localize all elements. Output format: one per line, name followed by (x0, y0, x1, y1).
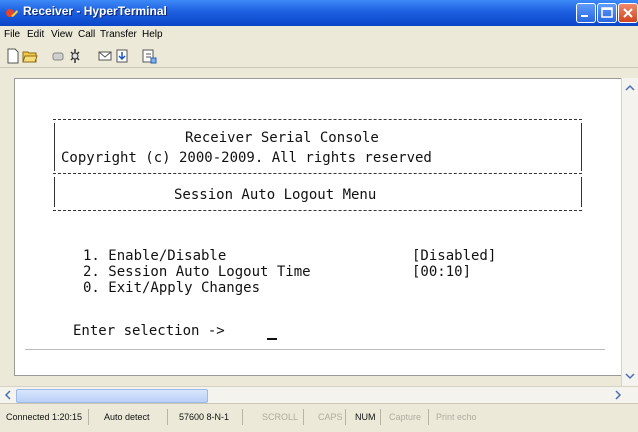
status-separator (167, 409, 168, 425)
status-bar: Connected 1:20:15 Auto detect 57600 8-N-… (0, 403, 638, 432)
hyperterminal-app-icon (6, 9, 18, 17)
menu-edit[interactable]: Edit (27, 29, 44, 40)
status-caps: CAPS (318, 412, 343, 422)
status-separator (345, 409, 346, 425)
menu-transfer[interactable]: Transfer (100, 29, 137, 40)
send-icon[interactable] (97, 48, 113, 64)
close-icon (623, 8, 633, 18)
status-separator (380, 409, 381, 425)
menu-box-right-border (581, 177, 582, 207)
disconnect-icon[interactable] (50, 48, 66, 64)
status-scroll: SCROLL (262, 412, 299, 422)
settings-icon[interactable] (141, 48, 157, 64)
option-exit-apply: 0. Exit/Apply Changes (83, 280, 261, 296)
status-separator (88, 409, 89, 425)
menu-bar: File Edit View Call Transfer Help (0, 27, 638, 44)
console-copyright: Copyright (c) 2000-2009. All rights rese… (61, 150, 432, 166)
window-title: Receiver - HyperTerminal (23, 4, 167, 18)
box-divider (53, 173, 582, 174)
menu-call[interactable]: Call (78, 29, 95, 40)
box-left-border (54, 123, 55, 171)
status-separator (242, 409, 243, 425)
box-bottom-border (53, 210, 582, 211)
option-auto-logout-time-value: [00:10] (412, 264, 472, 280)
option-enable-disable-value: [Disabled] (412, 248, 497, 264)
properties-icon[interactable] (67, 48, 83, 64)
status-separator (303, 409, 304, 425)
title-bar[interactable]: Receiver - HyperTerminal (0, 0, 638, 26)
minimize-icon (581, 15, 588, 17)
option-auto-logout-time: 2. Session Auto Logout Time (83, 264, 311, 280)
horizontal-scroll-thumb[interactable] (16, 389, 208, 403)
box-right-border (581, 123, 582, 171)
maximize-icon (601, 7, 613, 18)
new-icon[interactable] (5, 48, 21, 64)
menu-file[interactable]: File (4, 29, 20, 40)
status-num: NUM (355, 412, 376, 422)
console-menu-title: Session Auto Logout Menu (174, 187, 377, 203)
status-connected: Connected 1:20:15 (6, 412, 83, 422)
horizontal-scrollbar[interactable] (0, 386, 638, 404)
scroll-down-icon[interactable] (622, 370, 638, 382)
console-rule (25, 349, 605, 350)
console-header-title: Receiver Serial Console (185, 130, 379, 146)
hyperterminal-window: Receiver - HyperTerminal File Edit View … (0, 0, 638, 432)
status-detect: Auto detect (104, 412, 150, 422)
option-enable-disable: 1. Enable/Disable (83, 248, 227, 264)
minimize-button[interactable] (576, 3, 596, 23)
menu-view[interactable]: View (51, 29, 73, 40)
open-icon[interactable] (22, 48, 38, 64)
box-top-border (53, 119, 582, 120)
terminal-screen[interactable]: Receiver Serial Console Copyright (c) 20… (14, 78, 623, 376)
maximize-button[interactable] (597, 3, 617, 23)
status-settings: 57600 8-N-1 (179, 412, 230, 422)
close-button[interactable] (618, 3, 638, 23)
status-capture: Capture (389, 412, 422, 422)
serial-console: Receiver Serial Console Copyright (c) 20… (15, 79, 622, 375)
console-prompt: Enter selection -> (73, 323, 234, 339)
scroll-up-icon[interactable] (622, 82, 638, 94)
status-print-echo: Print echo (436, 412, 477, 422)
toolbar (0, 45, 638, 68)
receive-icon[interactable] (114, 48, 130, 64)
menu-box-left-border (54, 177, 55, 207)
text-cursor (267, 338, 277, 340)
scroll-right-icon[interactable] (612, 387, 624, 403)
status-separator (428, 409, 429, 425)
scroll-left-icon[interactable] (2, 387, 14, 403)
vertical-scrollbar[interactable] (621, 78, 638, 386)
menu-help[interactable]: Help (142, 29, 163, 40)
